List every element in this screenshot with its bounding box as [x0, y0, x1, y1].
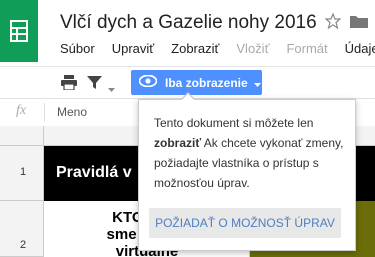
menu-edit[interactable]: Upraviť: [112, 41, 154, 61]
menu-format[interactable]: Formát: [286, 41, 327, 61]
popup-text-1: Tento dokument si môžete len: [154, 116, 314, 130]
star-icon[interactable]: [324, 12, 342, 34]
menu-bar: Súbor Upraviť Zobraziť Vložiť Formát Úda…: [60, 41, 375, 61]
folder-icon[interactable]: [350, 14, 368, 33]
eye-icon: [138, 74, 158, 90]
sheets-logo-icon: [10, 20, 28, 42]
popup-message: Tento dokument si môžete len zobraziť Ak…: [154, 113, 346, 193]
popup-text-bold: zobraziť: [154, 136, 202, 150]
menu-view[interactable]: Zobraziť: [171, 41, 219, 61]
view-only-popup: Tento dokument si môžete len zobraziť Ak…: [138, 92, 356, 251]
menu-insert[interactable]: Vložiť: [236, 41, 269, 61]
cell-a1-text: Pravidlá v: [56, 164, 132, 181]
sheets-app-icon[interactable]: [0, 0, 38, 62]
formula-divider: [44, 103, 45, 121]
print-icon[interactable]: [61, 75, 77, 95]
request-edit-access-button[interactable]: POŽIADAŤ O MOŽNOSŤ ÚPRAV: [149, 208, 341, 238]
view-only-button[interactable]: Iba zobrazenie: [131, 70, 262, 95]
grid-corner[interactable]: [0, 126, 44, 146]
view-only-label: Iba zobrazenie: [165, 75, 248, 90]
menu-data[interactable]: Údaje: [345, 41, 375, 61]
document-title[interactable]: Vlčí dych a Gazelie nohy 2016: [60, 12, 317, 34]
filter-icon[interactable]: [87, 75, 102, 95]
popup-arrow-inner: [181, 94, 195, 101]
chevron-down-icon: [253, 76, 261, 90]
row-header-1[interactable]: 1: [0, 146, 44, 201]
filter-chevron-down-icon[interactable]: [108, 79, 115, 97]
row-header-2[interactable]: 2: [0, 201, 44, 257]
row-2-label: 2: [20, 239, 27, 251]
fx-icon: fx: [16, 103, 27, 118]
formula-input[interactable]: Meno: [57, 105, 87, 119]
row-1-label: 1: [20, 166, 27, 178]
menu-file[interactable]: Súbor: [60, 41, 95, 61]
